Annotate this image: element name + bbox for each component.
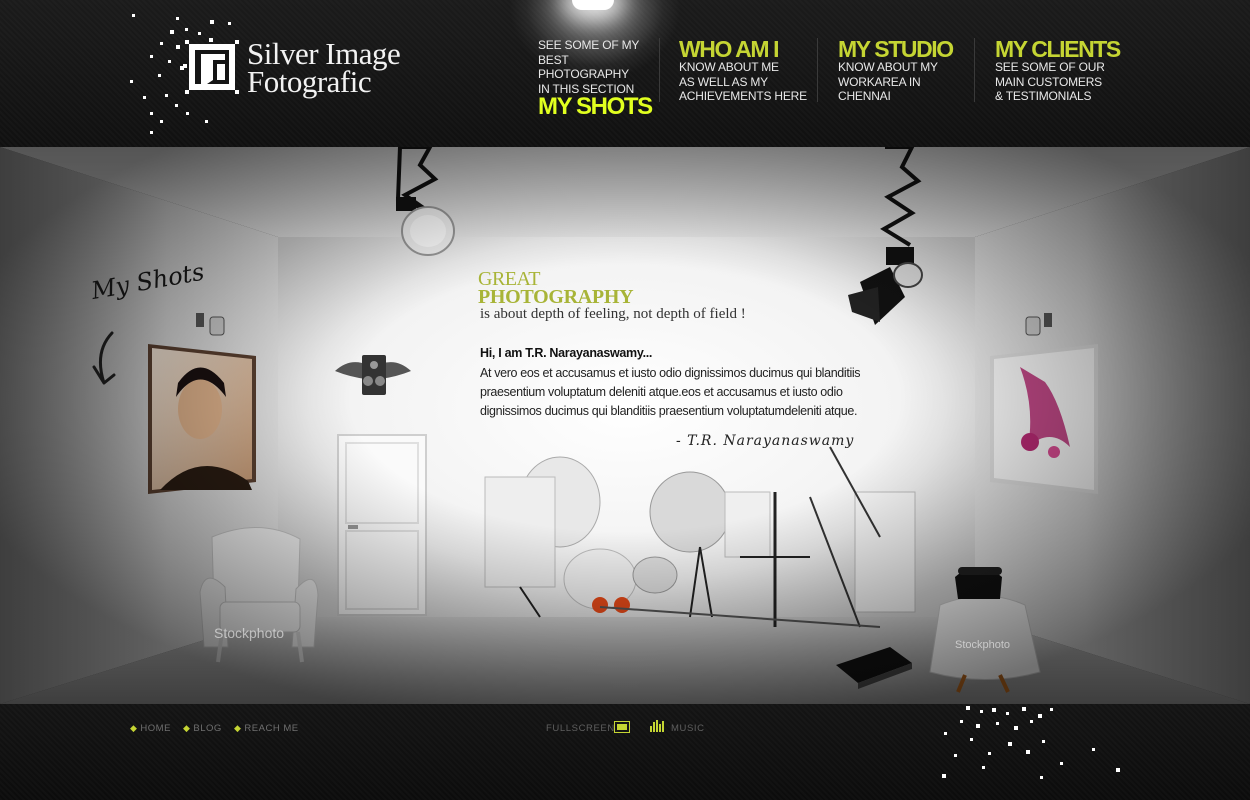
footer: ◆ HOME ◆ BLOG ◆ REACH ME FULLSCREEN MUSIC: [0, 704, 1250, 800]
stock-watermark: Stockphoto: [955, 639, 1011, 651]
nav-title-who-am-i: WHO AM I: [679, 36, 780, 62]
nav-divider: [974, 38, 975, 102]
fullscreen-icon[interactable]: [614, 721, 630, 733]
portrait-photo-frame: [148, 344, 256, 494]
nav-desc-line: KNOW ABOUT ME: [679, 60, 779, 74]
footer-link-label: REACH ME: [244, 723, 299, 734]
footer-link-home[interactable]: ◆ HOME: [130, 723, 171, 734]
studio-room: My Shots GREAT PHOTOGRAPHY is about dept…: [0, 147, 1250, 704]
nav-title-my-clients: MY CLIENTS: [995, 36, 1121, 62]
footer-link-label: HOME: [140, 723, 171, 734]
nav-divider: [817, 38, 818, 102]
nav-desc-line: BEST PHOTOGRAPHY: [538, 52, 629, 82]
music-bars-icon[interactable]: [650, 720, 666, 732]
music-toggle[interactable]: MUSIC: [671, 723, 705, 734]
nav-desc-line: ACHIEVEMENTS HERE: [679, 89, 807, 103]
nav-desc-line: MAIN CUSTOMERS: [995, 74, 1102, 89]
header: Silver Image Fotografic SEE SOME OF MY B…: [0, 0, 1250, 147]
room-illustration: [0, 147, 1250, 704]
bullet-icon: ◆: [234, 723, 242, 733]
nav-desc-line: WORKAREA IN: [838, 74, 921, 89]
nav-title-my-studio: MY STUDIO: [838, 36, 954, 62]
door: [337, 434, 427, 616]
nav-divider: [659, 38, 660, 102]
tagline: is about depth of feeling, not depth of …: [480, 306, 746, 322]
stock-watermark: Stockphoto: [214, 625, 285, 641]
nav-item-who-am-i[interactable]: WHO AM I KNOW ABOUT ME AS WELL AS MY ACH…: [679, 36, 809, 104]
nav-desc-line: KNOW ABOUT MY: [838, 60, 938, 74]
logo-line-2: Fotografic: [247, 64, 372, 99]
nav-item-my-shots[interactable]: SEE SOME OF MY BEST PHOTOGRAPHY IN THIS …: [538, 38, 654, 119]
nav-desc-line: AS WELL AS MY: [679, 74, 768, 89]
nav-desc-line: & TESTIMONIALS: [995, 89, 1092, 103]
signature: - T.R. Narayanaswamy: [676, 433, 855, 449]
footer-link-reach-me[interactable]: ◆ REACH ME: [234, 723, 299, 734]
nav-desc-line: SEE SOME OF MY: [538, 38, 640, 52]
bullet-icon: ◆: [130, 723, 138, 733]
nav-title-my-shots: MY SHOTS: [538, 93, 653, 120]
splash-photo-frame: [990, 344, 1098, 494]
nav-desc-line: CHENNAI: [838, 89, 891, 103]
fullscreen-toggle[interactable]: FULLSCREEN: [546, 723, 615, 734]
intro-body: At vero eos et accusamus et iusto odio d…: [480, 366, 861, 418]
footer-pixel-dots: [942, 706, 1120, 779]
spotlight-lamp: [572, 0, 614, 10]
logo-wordmark[interactable]: Silver Image Fotografic: [247, 38, 401, 99]
intro-heading: Hi, I am T.R. Narayanaswamy...: [480, 346, 653, 360]
footer-link-label: BLOG: [193, 723, 222, 734]
footer-link-blog[interactable]: ◆ BLOG: [183, 723, 222, 734]
camera-logo-icon: [183, 38, 239, 94]
nav-desc-line: SEE SOME OF OUR: [995, 60, 1105, 74]
bullet-icon: ◆: [183, 723, 191, 733]
nav-item-my-clients[interactable]: MY CLIENTS SEE SOME OF OUR MAIN CUSTOMER…: [995, 36, 1130, 104]
nav-item-my-studio[interactable]: MY STUDIO KNOW ABOUT MY WORKAREA IN CHEN…: [838, 36, 968, 104]
